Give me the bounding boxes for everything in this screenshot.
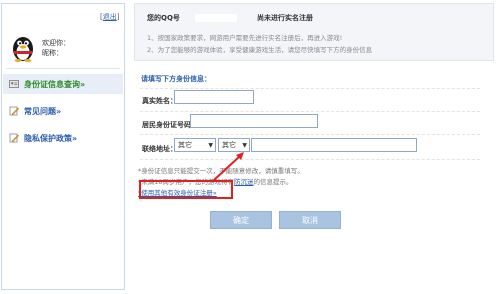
form-title: 请填写下方身份信息：	[141, 75, 211, 83]
province-select[interactable]: 其它 ▼	[174, 138, 216, 152]
sidebar-item-label: 常见问题»	[24, 106, 62, 116]
sidebar-item-label: 身份证信息查询»	[24, 79, 86, 89]
tip-line-2-text-end: 的信息提示。	[253, 178, 293, 186]
annotation-highlight-box	[139, 180, 233, 199]
logout-bracket-close: ]	[116, 13, 120, 21]
form-divider	[140, 159, 480, 160]
real-name-label: 真实姓名：	[142, 97, 177, 105]
id-number-input[interactable]	[190, 114, 318, 128]
notice-box: 您的QQ号 尚未进行实名注册 1、按国家政策要求，网游用户需要先进行实名注册后，…	[134, 3, 494, 61]
city-select[interactable]: 其它 ▼	[218, 138, 250, 152]
notice-line-2: 2、为了您能够的游戏体验，享受健康游戏生活，请您尽快填写下方的身份信息	[147, 46, 373, 54]
address-label: 联络地址：	[142, 145, 177, 153]
form-divider	[140, 88, 480, 89]
notice-line-1: 1、按国家政策要求，网游用户需要先进行实名注册后，再进入游戏!	[147, 34, 343, 42]
qq-penguin-avatar	[13, 37, 33, 62]
province-select-value: 其它	[178, 141, 192, 149]
dropdown-arrow-icon: ▼	[208, 142, 213, 149]
welcome-label: 欢迎你：	[42, 39, 70, 47]
real-name-input[interactable]	[174, 90, 254, 104]
sidebar: [退出] 欢迎你： 昵称： 身份证信息查询» 常见问题» 隐私保护政策»	[1, 3, 125, 290]
address-input[interactable]	[251, 138, 417, 152]
pencil-icon	[9, 106, 19, 116]
form-divider	[140, 111, 480, 112]
sidebar-item-label: 隐私保护政策»	[24, 133, 78, 143]
sidebar-divider	[6, 68, 120, 69]
city-select-value: 其它	[222, 141, 236, 149]
welcome-block: 欢迎你： 昵称：	[42, 38, 70, 58]
main-panel: 您的QQ号 尚未进行实名注册 1、按国家政策要求，网游用户需要先进行实名注册后，…	[134, 3, 494, 290]
cancel-button[interactable]: 取消	[279, 211, 341, 229]
pencil-icon	[9, 133, 19, 143]
logout-control: [退出]	[100, 12, 119, 22]
form-divider	[140, 134, 480, 135]
sidebar-item-faq[interactable]: 常见问题»	[3, 101, 123, 121]
sidebar-item-privacy-policy[interactable]: 隐私保护政策»	[3, 128, 123, 148]
confirm-button[interactable]: 确定	[210, 211, 272, 229]
id-card-icon	[9, 80, 19, 88]
nickname-label: 昵称：	[42, 49, 63, 57]
dropdown-arrow-icon: ▼	[242, 142, 247, 149]
sidebar-item-id-info-query[interactable]: 身份证信息查询»	[3, 74, 123, 94]
notice-title-prefix: 您的QQ号	[147, 14, 180, 22]
qq-number-redacted	[195, 14, 237, 22]
anti-addiction-link[interactable]: 防沉迷	[234, 178, 254, 186]
notice-title-suffix: 尚未进行实名注册	[257, 14, 313, 22]
tip-line-1: *身份证信息只能提交一次，不能随意修改，请慎重填写。	[138, 167, 304, 175]
logout-link[interactable]: 退出	[103, 13, 117, 21]
